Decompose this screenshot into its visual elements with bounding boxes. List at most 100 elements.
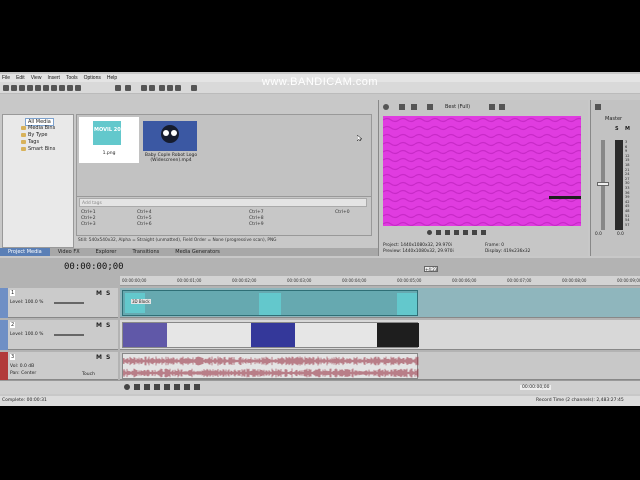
prev-frame-icon[interactable] <box>472 230 477 235</box>
render-complete-status: Complete: 00:00:31 <box>2 398 47 403</box>
play-from-start-icon[interactable] <box>436 230 441 235</box>
track-number: 1 <box>10 290 16 296</box>
ruler-label: 00:00:08;00 <box>562 278 587 283</box>
folder-icon <box>21 147 26 151</box>
next-frame-icon[interactable] <box>481 230 486 235</box>
track-solo-button[interactable]: S <box>106 290 110 297</box>
tree-item-by-type[interactable]: By Type <box>21 132 47 138</box>
stop-icon[interactable] <box>463 230 468 235</box>
tags-input[interactable]: Add tags <box>79 198 367 207</box>
folder-icon <box>21 126 26 130</box>
copy-snapshot-icon[interactable] <box>489 104 495 110</box>
tab-media-generators[interactable]: Media Generators <box>167 248 228 256</box>
db-scale-tick: 54 <box>625 218 630 223</box>
mixer-icon[interactable] <box>595 104 601 110</box>
level-slider[interactable] <box>54 302 84 304</box>
ruler-label: 00:00:04;00 <box>342 278 367 283</box>
preview-project-info: Project: 1440x1080x32, 29.970i <box>383 243 452 248</box>
ruler-label: 00:00:02;00 <box>232 278 257 283</box>
track-volume: Vol: 0.0 dB <box>10 364 35 369</box>
preview-settings-icon[interactable] <box>383 104 389 110</box>
ruler-label: 00:00:07;00 <box>507 278 532 283</box>
split-screen-icon[interactable] <box>411 104 417 110</box>
video-clip-movil[interactable]: 3D Block <box>122 290 418 316</box>
movil-thumbnail: MOVIL 2019 <box>93 121 128 145</box>
track-lane-3 <box>120 352 640 380</box>
media-info: Still: 540x540x32, Alpha = Straight (unm… <box>78 238 277 243</box>
master-label: Master <box>605 116 623 122</box>
db-scale-tick: 12 <box>625 153 630 158</box>
transport-bar: 00:00:00;00 <box>0 380 640 394</box>
track-header-2[interactable]: 2 M S Level: 100.0 % <box>0 320 118 350</box>
db-scale-tick: 51 <box>625 213 630 218</box>
pause-icon[interactable] <box>454 230 459 235</box>
track-header-3[interactable]: 3 M S Vol: 0.0 dB Pan: Center Touch <box>0 352 118 380</box>
preview-screen <box>383 116 581 226</box>
tab-transitions[interactable]: Transitions <box>124 248 167 256</box>
tab-video-fx[interactable]: Video FX <box>50 248 88 256</box>
timecode-display: 00:00:00;00 <box>64 262 124 272</box>
play-from-start-icon[interactable] <box>144 384 150 390</box>
record-icon[interactable] <box>124 384 130 390</box>
track-header-1[interactable]: 1 M S Level: 100.0 % <box>0 288 118 318</box>
tree-item-smart-bins[interactable]: Smart Bins <box>21 146 55 152</box>
track-pan: Pan: Center <box>10 371 37 376</box>
track-solo-button[interactable]: S <box>106 322 110 329</box>
level-slider[interactable] <box>54 334 84 336</box>
preview-device-icon[interactable] <box>399 104 405 110</box>
master-mute-icon[interactable]: M <box>625 126 630 132</box>
overlays-icon[interactable] <box>427 104 433 110</box>
preview-transport <box>427 230 547 238</box>
pause-icon[interactable] <box>164 384 170 390</box>
bandicam-watermark: www.BANDICAM.com <box>261 76 379 88</box>
media-item-mp4[interactable]: Baby Cople Robot Logo (Widescreen).mp4 <box>141 117 201 163</box>
timeline: 00:00:00;00 +4;23 00:00:00;00 00:00:01;00… <box>0 258 640 394</box>
play-icon[interactable] <box>445 230 450 235</box>
db-scale-tick: 6 <box>625 144 628 149</box>
master-fader[interactable] <box>597 182 609 186</box>
selection-end-time: 00:00:00;00 <box>520 385 552 390</box>
time-ruler: 00:00:00;00 00:00:01;00 00:00:02;00 00:00:0… <box>120 276 640 286</box>
db-scale-tick: 45 <box>625 204 630 209</box>
tree-item-tags[interactable]: Tags <box>21 139 39 145</box>
play-icon[interactable] <box>154 384 160 390</box>
mouse-cursor-icon <box>357 135 362 141</box>
automation-mode[interactable]: Touch <box>82 372 95 377</box>
vegas-window: File Edit View Insert Tools Options Help… <box>0 72 640 406</box>
go-to-start-icon[interactable] <box>184 384 190 390</box>
ruler-label: 00:00:06;00 <box>452 278 477 283</box>
preview-display-info: Display: 419x236x32 <box>485 249 531 254</box>
track-number: 3 <box>10 354 16 360</box>
preview-quality-select[interactable]: Best (Full) <box>445 104 470 110</box>
db-scale-tick: 36 <box>625 190 630 195</box>
audio-clip[interactable] <box>122 353 419 379</box>
track-mute-button[interactable]: M <box>96 322 102 329</box>
clip-thumb <box>251 323 295 347</box>
ruler-label: 00:00:09;00 <box>617 278 640 283</box>
tree-item-media-bins[interactable]: Media Bins <box>21 125 55 131</box>
transition-label: 3D Block <box>131 299 151 304</box>
stop-icon[interactable] <box>174 384 180 390</box>
track-solo-button[interactable]: S <box>106 354 110 361</box>
db-scale-tick: 9 <box>625 149 628 154</box>
loop-region-marker[interactable]: +4;23 <box>424 266 438 272</box>
loop-playback-icon[interactable] <box>134 384 140 390</box>
master-meter <box>615 140 623 230</box>
db-scale-tick: 30 <box>625 181 630 186</box>
media-item-png[interactable]: MOVIL 2019 1.png <box>79 117 139 163</box>
db-scale-tick: 21 <box>625 167 630 172</box>
master-solo-icon[interactable]: S <box>615 126 619 132</box>
go-to-end-icon[interactable] <box>194 384 200 390</box>
video-clip-robot-logo[interactable] <box>122 322 419 348</box>
video-preview-panel: Best (Full) Project: 1440x1080x32, 29.97… <box>378 100 588 256</box>
loop-icon[interactable] <box>427 230 432 235</box>
tab-project-media[interactable]: Project Media <box>0 248 50 256</box>
ruler-label: 00:00:00;00 <box>122 278 147 283</box>
db-scale-tick: 15 <box>625 158 630 163</box>
save-snapshot-icon[interactable] <box>499 104 505 110</box>
tab-explorer[interactable]: Explorer <box>88 248 125 256</box>
track-mute-button[interactable]: M <box>96 290 102 297</box>
track-mute-button[interactable]: M <box>96 354 102 361</box>
db-scale-tick: 24 <box>625 172 630 177</box>
clip-thumb <box>123 323 167 347</box>
